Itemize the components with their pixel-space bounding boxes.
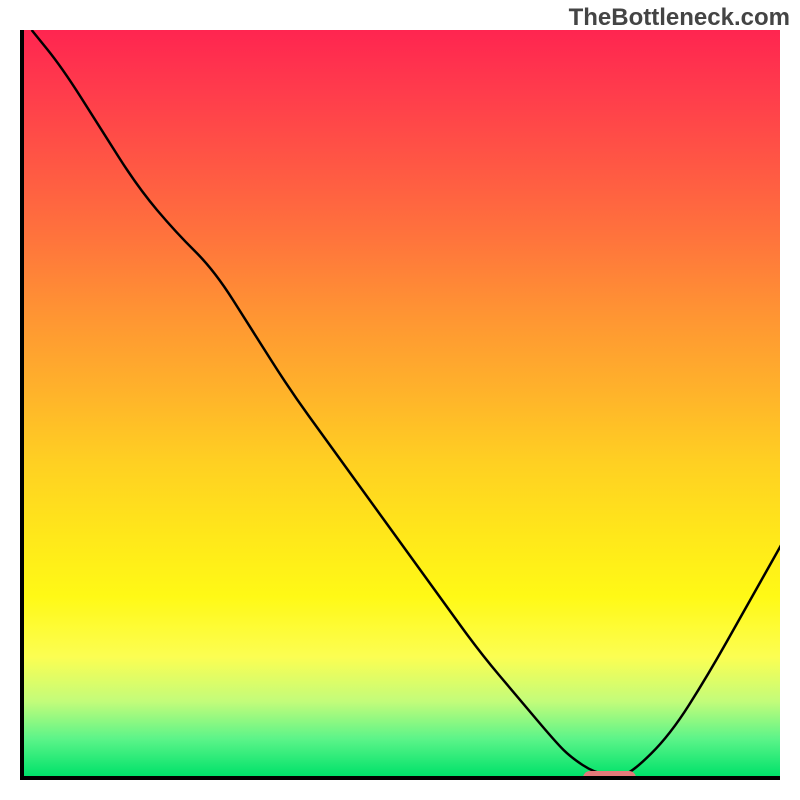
plot-area [20, 30, 780, 780]
chart-container: TheBottleneck.com [0, 0, 800, 800]
bottleneck-curve [24, 30, 780, 780]
watermark-text: TheBottleneck.com [569, 4, 790, 32]
optimal-marker [583, 771, 636, 780]
